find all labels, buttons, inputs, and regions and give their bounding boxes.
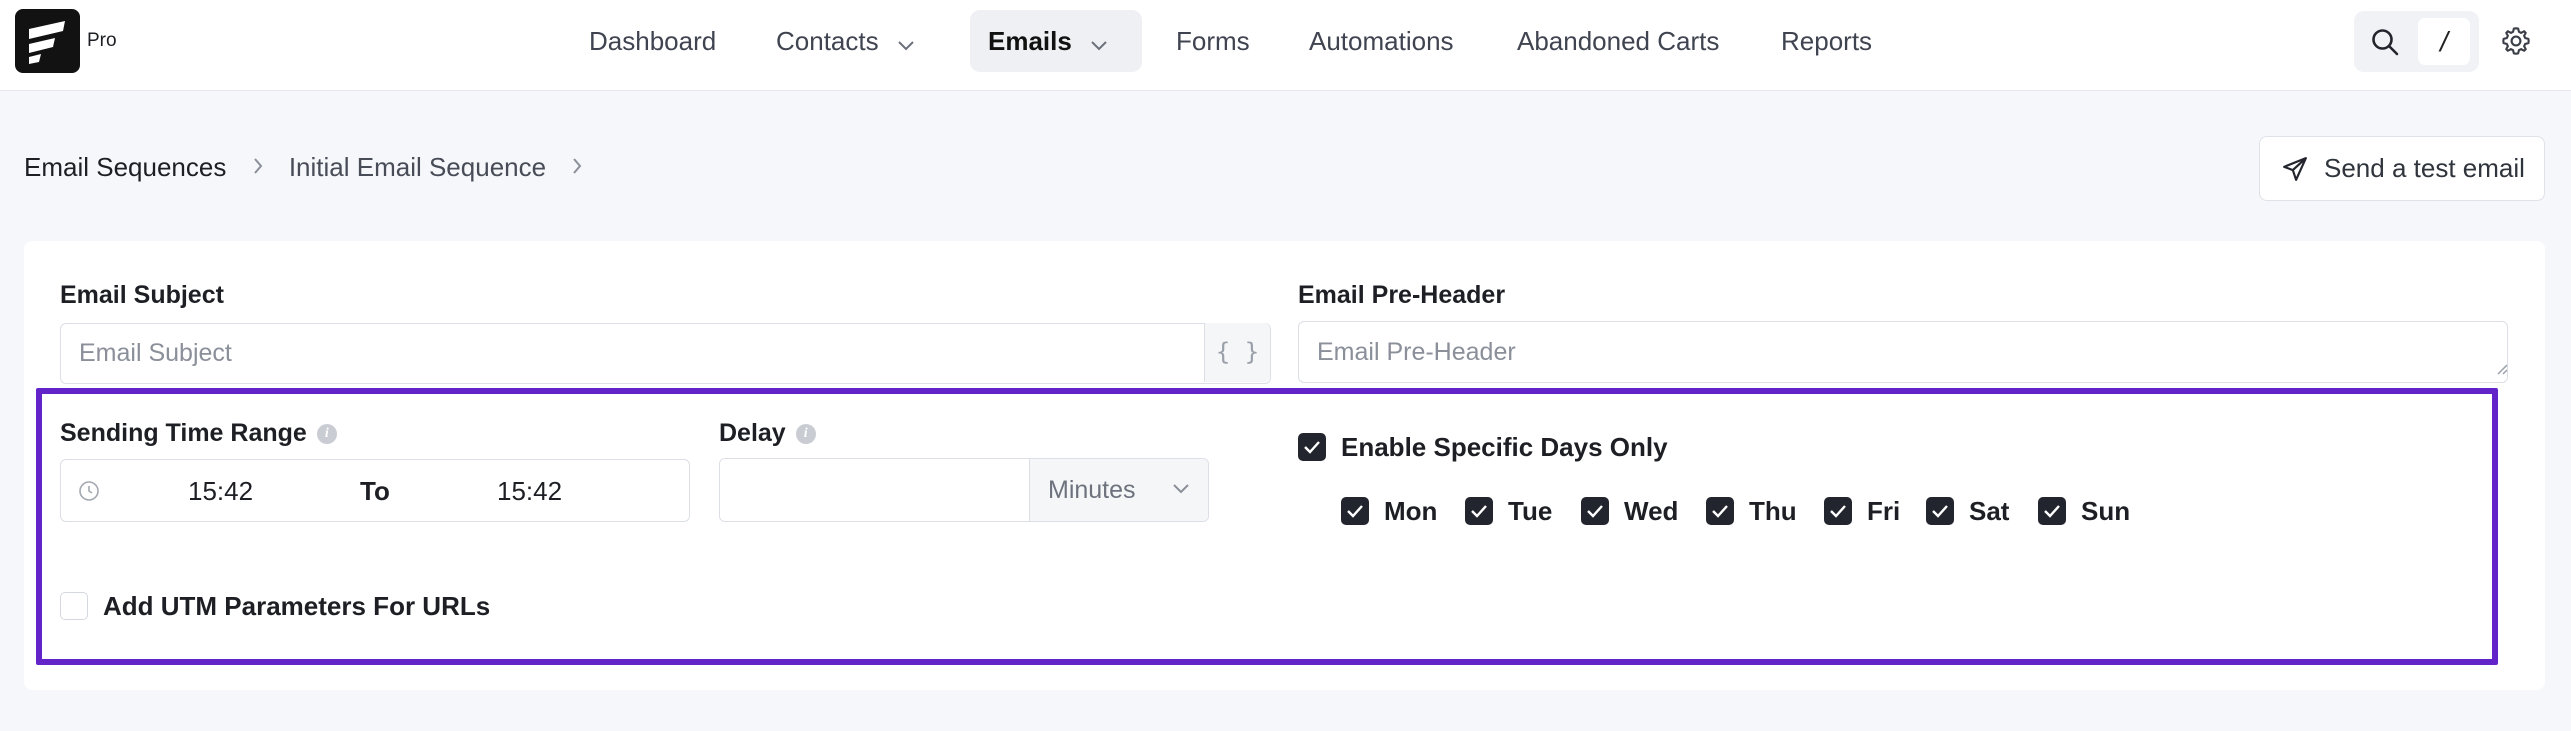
delay-unit-select[interactable]: Minutes	[1029, 459, 1208, 521]
delay-label: Delay i	[719, 419, 816, 448]
day-label: Sat	[1969, 496, 2010, 526]
nav-item-reports[interactable]: Reports	[1763, 10, 1890, 72]
enable-specific-days-checkbox[interactable]	[1298, 433, 1326, 461]
delay-input[interactable]	[720, 459, 1029, 521]
check-icon	[1347, 505, 1363, 518]
breadcrumb-current[interactable]: Initial Email Sequence	[289, 152, 546, 183]
send-test-email-button[interactable]: Send a test email	[2259, 136, 2545, 201]
utm-parameters-label[interactable]: Add UTM Parameters For URLs	[103, 591, 490, 622]
logo-icon[interactable]	[15, 9, 80, 73]
top-navigation-bar: Pro Dashboard Contacts Emails Forms Auto…	[0, 0, 2571, 91]
enable-specific-days-label[interactable]: Enable Specific Days Only	[1341, 432, 1668, 463]
check-icon	[1932, 505, 1948, 518]
nav-item-label: Contacts	[776, 26, 879, 56]
check-icon	[1587, 505, 1603, 518]
email-subject-input[interactable]	[60, 323, 1271, 384]
info-icon[interactable]: i	[316, 424, 337, 445]
day-checkbox[interactable]	[1341, 497, 1369, 525]
day-checkbox[interactable]	[2038, 497, 2066, 525]
sending-time-range-label-text: Sending Time Range	[60, 419, 307, 447]
day-label: Fri	[1867, 496, 1901, 526]
nav-item-label: Emails	[988, 26, 1072, 56]
delay-unit-value: Minutes	[1048, 476, 1136, 504]
chevron-right-icon	[571, 152, 583, 183]
nav-item-automations[interactable]: Automations	[1291, 10, 1472, 72]
check-icon	[1712, 505, 1728, 518]
nav-item-dashboard[interactable]: Dashboard	[571, 10, 734, 72]
clock-icon	[79, 481, 99, 501]
delay-label-text: Delay	[719, 419, 786, 447]
check-icon	[1471, 505, 1487, 518]
nav-item-label: Forms	[1176, 26, 1250, 56]
check-icon	[1830, 505, 1846, 518]
nav-item-contacts[interactable]: Contacts	[758, 10, 933, 72]
start-time-value[interactable]: 15:42	[188, 476, 253, 507]
nav-item-label: Reports	[1781, 26, 1873, 56]
day-label: Sun	[2081, 496, 2131, 526]
gear-icon[interactable]	[2494, 19, 2538, 63]
plan-badge: Pro	[87, 30, 117, 51]
check-icon	[1304, 441, 1320, 454]
nav-item-forms[interactable]: Forms	[1158, 10, 1268, 72]
email-preheader-input[interactable]	[1298, 321, 2508, 383]
search-shortcut-key: /	[2418, 18, 2470, 65]
email-subject-label: Email Subject	[60, 281, 224, 309]
day-label: Mon	[1384, 496, 1438, 526]
merge-tag-button[interactable]: { }	[1204, 323, 1270, 382]
day-checkbox[interactable]	[1824, 497, 1852, 525]
chevron-right-icon	[252, 152, 264, 183]
day-checkbox[interactable]	[1706, 497, 1734, 525]
send-icon	[2283, 156, 2307, 181]
day-label: Tue	[1508, 496, 1553, 526]
sending-time-range-picker[interactable]: 15:42 To 15:42	[60, 459, 690, 522]
search-icon[interactable]	[2354, 11, 2416, 72]
day-checkbox[interactable]	[1581, 497, 1609, 525]
search-box[interactable]: /	[2354, 11, 2479, 72]
info-icon[interactable]: i	[795, 424, 816, 445]
breadcrumb-email-sequences[interactable]: Email Sequences	[24, 152, 226, 183]
sending-time-range-label: Sending Time Range i	[60, 419, 337, 448]
time-range-separator: To	[360, 476, 390, 506]
chevron-down-icon	[1090, 12, 1108, 74]
nav-item-abandoned-carts[interactable]: Abandoned Carts	[1499, 10, 1737, 72]
nav-item-label: Automations	[1309, 26, 1454, 56]
chevron-down-icon	[1173, 484, 1189, 494]
day-checkbox[interactable]	[1926, 497, 1954, 525]
delay-field: Minutes	[719, 458, 1209, 522]
nav-item-emails[interactable]: Emails	[970, 10, 1142, 72]
day-label: Thu	[1749, 496, 1797, 526]
end-time-value[interactable]: 15:42	[497, 476, 562, 507]
check-icon	[2044, 505, 2060, 518]
resize-handle-icon[interactable]	[2496, 363, 2508, 375]
nav-item-label: Dashboard	[589, 26, 717, 56]
nav-item-label: Abandoned Carts	[1517, 26, 1720, 56]
utm-parameters-checkbox[interactable]	[60, 592, 88, 620]
day-label: Wed	[1624, 496, 1679, 526]
breadcrumb: Email Sequences Initial Email Sequence	[24, 150, 601, 183]
chevron-down-icon	[897, 12, 915, 74]
send-test-email-label: Send a test email	[2324, 153, 2525, 183]
day-checkbox[interactable]	[1465, 497, 1493, 525]
email-preheader-label: Email Pre-Header	[1298, 281, 1506, 309]
